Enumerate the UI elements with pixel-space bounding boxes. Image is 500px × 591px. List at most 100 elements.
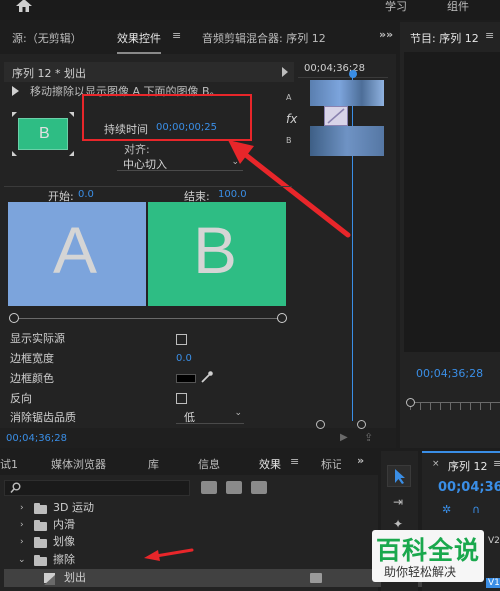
tab-audio-clip-mixer[interactable]: 音频剪辑混合器: 序列 12 <box>202 30 326 46</box>
end-value[interactable]: 100.0 <box>218 189 247 200</box>
timeline-timecode[interactable]: 00;04;36 <box>438 480 500 495</box>
panel-menu-icon[interactable]: ≡ <box>172 29 181 42</box>
track-v1-label[interactable]: V1 <box>486 578 500 588</box>
chevron-down-icon: ⌄ <box>234 408 242 418</box>
transition-icon <box>44 573 55 585</box>
tab-project[interactable]: 试1 <box>0 456 18 472</box>
corner-arrow-icon[interactable] <box>69 112 74 117</box>
tab-effect-controls[interactable]: 效果控件 <box>117 30 161 54</box>
tab-markers[interactable]: 标记 <box>321 456 341 472</box>
snap-icon[interactable]: ✲ <box>442 503 451 516</box>
preview-a-tile[interactable]: A <box>8 202 146 306</box>
program-scrub-handle[interactable] <box>406 398 415 407</box>
program-menu-icon[interactable]: ≡ <box>485 29 494 42</box>
transition-block[interactable] <box>324 106 348 126</box>
border-color-label: 边框颜色 <box>10 372 54 385</box>
tab-source[interactable]: 源:（无剪辑） <box>12 30 82 46</box>
watermark-logo: 百科全说 助你轻松解决 <box>372 530 484 582</box>
folder-label: 内滑 <box>53 518 75 531</box>
effects-menu-icon[interactable]: ≡ <box>290 455 299 468</box>
watermark-title: 百科全说 <box>376 536 481 565</box>
home-icon[interactable] <box>14 0 34 14</box>
effects-folder-3d-motion[interactable]: › 3D 运动 <box>0 499 360 517</box>
program-timeline-ruler <box>410 402 500 410</box>
end-slider-handle[interactable] <box>277 313 287 323</box>
preview-a-letter: A <box>53 213 98 287</box>
show-actual-sources-checkbox[interactable] <box>176 334 187 345</box>
track-b-label: B <box>286 136 292 145</box>
clip-path: 序列 12 * 划出 <box>12 67 86 80</box>
lower-overflow-icon[interactable]: » <box>357 454 364 467</box>
program-timecode[interactable]: 00;04;36;28 <box>416 367 483 380</box>
ec-zoom-handle-left[interactable] <box>316 420 325 429</box>
accelerated-effects-icon[interactable] <box>201 481 217 494</box>
corner-arrow-icon[interactable] <box>12 151 17 156</box>
corner-arrow-icon[interactable] <box>12 112 17 117</box>
track-v2-label: V2 <box>488 536 500 546</box>
workspace-learn[interactable]: 学习 <box>385 0 407 14</box>
antialias-quality-value: 低 <box>184 411 195 424</box>
chevron-right-icon: › <box>20 520 24 530</box>
ripple-tool-icon[interactable]: ✦ <box>393 517 403 531</box>
effect-label: 划出 <box>64 571 86 584</box>
lower-tab-strip: 试1 媒体浏览器 库 信息 效果 ≡ 标记 » <box>0 451 378 478</box>
track-select-tool-icon[interactable]: ⇥ <box>393 495 403 509</box>
show-actual-sources-label: 显示实际源 <box>10 332 65 345</box>
tab-libraries[interactable]: 库 <box>148 456 159 472</box>
play-only-icon[interactable] <box>282 67 288 77</box>
32bit-effects-icon[interactable] <box>226 481 242 494</box>
play-audio-icon[interactable]: ▶ <box>340 432 348 443</box>
selection-tool-icon[interactable] <box>387 465 411 487</box>
search-icon <box>10 482 21 493</box>
folder-icon <box>34 503 47 514</box>
workspace-components[interactable]: 组件 <box>447 0 469 14</box>
watermark-subtitle: 助你轻松解决 <box>384 565 457 579</box>
property-row: 边框宽度 <box>10 349 295 368</box>
property-row: 反向 <box>10 389 295 408</box>
preview-b-tile[interactable]: B <box>148 202 286 306</box>
export-icon[interactable]: ⇪ <box>364 431 373 444</box>
tab-info[interactable]: 信息 <box>198 456 220 472</box>
corner-arrow-icon[interactable] <box>69 151 74 156</box>
linked-selection-icon[interactable]: ∩ <box>472 503 480 516</box>
annotation-arrow-small <box>144 548 194 561</box>
program-overflow-icon[interactable]: » <box>386 28 393 41</box>
antialias-quality-dropdown[interactable]: 低 ⌄ <box>176 408 244 424</box>
top-bar: 学习 组件 <box>0 0 500 20</box>
border-color-swatch[interactable] <box>176 374 196 383</box>
yuv-effects-icon[interactable] <box>251 481 267 494</box>
effects-search-input[interactable] <box>4 480 190 496</box>
close-icon[interactable]: × <box>432 459 440 469</box>
eyedropper-icon[interactable] <box>200 370 214 384</box>
antialias-quality-label: 消除锯齿品质 <box>10 411 76 424</box>
reverse-checkbox[interactable] <box>176 393 187 404</box>
transition-preview-thumb[interactable]: B <box>12 112 74 156</box>
fx-label: fx <box>286 112 298 126</box>
border-width-value[interactable]: 0.0 <box>176 353 192 364</box>
effects-folder-slide[interactable]: › 内滑 <box>0 516 360 534</box>
alignment-value: 中心切入 <box>123 158 167 171</box>
clip-block-b[interactable] <box>310 126 384 156</box>
program-video-area <box>404 52 500 352</box>
folder-icon <box>34 537 47 548</box>
start-slider-handle[interactable] <box>9 313 19 323</box>
start-value[interactable]: 0.0 <box>78 189 94 200</box>
play-transition-icon[interactable] <box>12 86 19 96</box>
chevron-right-icon: › <box>20 537 24 547</box>
tab-program[interactable]: 节目: 序列 12 <box>410 30 479 46</box>
ec-zoom-handle-right[interactable] <box>357 420 366 429</box>
tab-sequence[interactable]: 序列 12 <box>448 458 488 474</box>
chevron-right-icon: › <box>20 503 24 513</box>
ec-timeline-header: 00;04;36;28 <box>298 62 388 78</box>
property-row: 显示实际源 <box>10 329 295 348</box>
divider <box>4 186 292 187</box>
accelerated-badge-icon <box>310 573 322 583</box>
folder-label: 划像 <box>53 535 75 548</box>
mini-preview-letter: B <box>39 125 50 142</box>
clip-block-a[interactable] <box>310 80 384 106</box>
tab-media-browser[interactable]: 媒体浏览器 <box>51 456 106 472</box>
ec-playhead[interactable] <box>349 70 357 78</box>
timeline-menu-icon[interactable]: ≡ <box>493 457 500 470</box>
chevron-down-icon: ⌄ <box>18 555 26 565</box>
clip-header: 序列 12 * 划出 <box>4 62 294 82</box>
